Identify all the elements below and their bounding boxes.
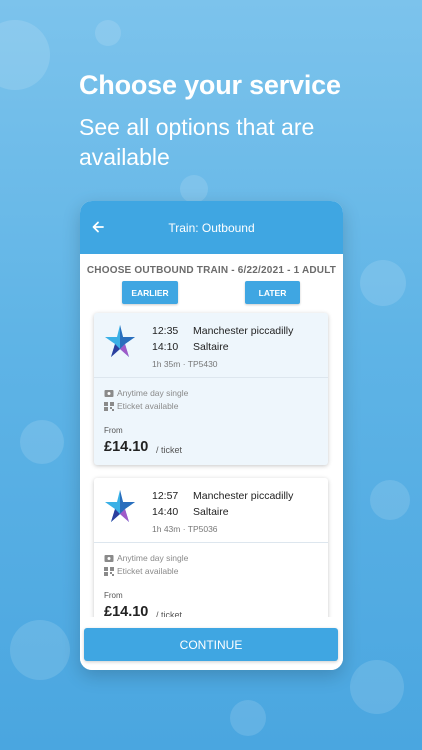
earlier-button[interactable]: EARLIER [122,281,178,304]
background-bokeh [95,20,121,46]
arrive-station: Saltaire [193,341,229,353]
service-card[interactable]: 12:35 Manchester piccadilly 14:10 Saltai… [94,313,328,465]
background-bokeh [0,20,50,90]
later-button[interactable]: LATER [245,281,300,304]
price: £14.10 [104,439,149,455]
from-label: From [104,591,123,600]
operator-star-logo-icon [105,490,135,522]
service-card-fare: Anytime day single Eticket available Fro… [94,378,328,465]
background-bokeh [20,420,64,464]
arrive-time: 14:10 [152,341,179,353]
app-bar: Train: Outbound [80,201,343,254]
depart-station: Manchester piccadilly [193,325,294,337]
ticket-type-row: Anytime day single [104,388,188,398]
background-bokeh [360,260,406,306]
background-bokeh [180,175,208,203]
operator-star-logo-icon [105,325,135,357]
eticket-row: Eticket available [104,566,178,576]
headline: Choose your service [79,70,341,100]
ticket-icon [104,554,114,562]
journey-meta: 1h 43m · TP5036 [152,524,218,534]
background-bokeh [370,480,410,520]
eticket-row: Eticket available [104,401,178,411]
depart-station: Manchester piccadilly [193,490,294,502]
app-bar-title: Train: Outbound [168,220,255,235]
choose-train-label: CHOOSE OUTBOUND TRAIN - 6/22/2021 - 1 AD… [86,265,337,276]
time-navigation: EARLIER LATER [80,281,343,311]
per-ticket-label: / ticket [156,445,183,455]
subline: See all options that are available [79,114,315,170]
ticket-icon [104,389,114,397]
eticket-label: Eticket available [117,566,179,576]
depart-time: 12:57 [152,490,179,502]
from-label: From [104,426,123,435]
background-bokeh [10,620,70,680]
eticket-label: Eticket available [117,401,179,411]
continue-button[interactable]: CONTINUE [84,628,338,661]
service-card-summary: 12:57 Manchester piccadilly 14:40 Saltai… [94,478,328,543]
qr-code-icon [104,566,114,576]
ticket-type-label: Anytime day single [117,388,189,398]
ticket-type-row: Anytime day single [104,553,188,563]
background-bokeh [230,700,266,736]
journey-meta: 1h 35m · TP5430 [152,359,218,369]
background-bokeh [350,660,404,714]
arrive-station: Saltaire [193,506,229,518]
back-arrow-icon[interactable] [90,219,106,235]
ticket-type-label: Anytime day single [117,553,189,563]
continue-bar: CONTINUE [80,617,343,670]
phone-screen: Train: Outbound CHOOSE OUTBOUND TRAIN - … [80,201,343,670]
qr-code-icon [104,401,114,411]
depart-time: 12:35 [152,325,179,337]
service-card-summary: 12:35 Manchester piccadilly 14:10 Saltai… [94,313,328,378]
arrive-time: 14:40 [152,506,179,518]
service-card[interactable]: 12:57 Manchester piccadilly 14:40 Saltai… [94,478,328,630]
